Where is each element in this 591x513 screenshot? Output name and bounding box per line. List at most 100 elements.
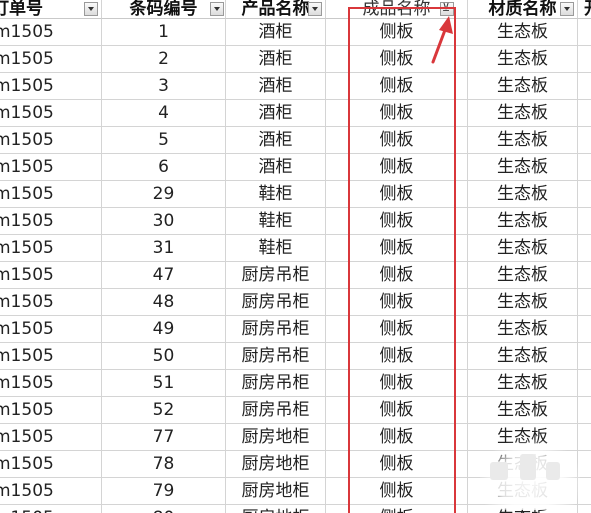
- cell-material-name[interactable]: 生态板: [468, 289, 578, 316]
- cell-barcode[interactable]: 2: [102, 46, 226, 73]
- cell-material-name[interactable]: 生态板: [468, 397, 578, 424]
- cell-material-name[interactable]: 生态板: [468, 100, 578, 127]
- cell-product-name[interactable]: 酒柜: [226, 127, 326, 154]
- cell-product-name[interactable]: 厨房吊柜: [226, 397, 326, 424]
- header-next-col[interactable]: 开: [578, 0, 591, 19]
- cell-order-no[interactable]: m1505: [0, 154, 102, 181]
- cell-finished-name[interactable]: 侧板: [326, 451, 468, 478]
- cell-order-no[interactable]: m1505: [0, 370, 102, 397]
- cell-order-no[interactable]: m1505: [0, 19, 102, 46]
- cell-material-name[interactable]: 生态板: [468, 262, 578, 289]
- cell-next-col[interactable]: [578, 154, 591, 181]
- cell-order-no[interactable]: m1505: [0, 478, 102, 505]
- cell-finished-name[interactable]: 侧板: [326, 46, 468, 73]
- cell-material-name[interactable]: 生态板: [468, 127, 578, 154]
- cell-finished-name[interactable]: 侧板: [326, 370, 468, 397]
- cell-barcode[interactable]: 6: [102, 154, 226, 181]
- cell-barcode[interactable]: 50: [102, 343, 226, 370]
- cell-material-name[interactable]: 生态板: [468, 478, 578, 505]
- cell-finished-name[interactable]: 侧板: [326, 397, 468, 424]
- cell-product-name[interactable]: 鞋柜: [226, 235, 326, 262]
- cell-product-name[interactable]: 厨房吊柜: [226, 289, 326, 316]
- cell-product-name[interactable]: 厨房吊柜: [226, 262, 326, 289]
- cell-barcode[interactable]: 79: [102, 478, 226, 505]
- cell-barcode[interactable]: 77: [102, 424, 226, 451]
- cell-order-no[interactable]: m1505: [0, 316, 102, 343]
- cell-material-name[interactable]: 生态板: [468, 154, 578, 181]
- cell-material-name[interactable]: 生态板: [468, 343, 578, 370]
- cell-barcode[interactable]: 4: [102, 100, 226, 127]
- cell-product-name[interactable]: 厨房吊柜: [226, 316, 326, 343]
- cell-finished-name[interactable]: 侧板: [326, 478, 468, 505]
- cell-barcode[interactable]: 49: [102, 316, 226, 343]
- cell-order-no[interactable]: m1505: [0, 505, 102, 513]
- cell-finished-name[interactable]: 侧板: [326, 154, 468, 181]
- cell-material-name[interactable]: 生态板: [468, 505, 578, 513]
- cell-next-col[interactable]: [578, 46, 591, 73]
- cell-next-col[interactable]: [578, 19, 591, 46]
- cell-material-name[interactable]: 生态板: [468, 181, 578, 208]
- cell-product-name[interactable]: 酒柜: [226, 73, 326, 100]
- cell-next-col[interactable]: [578, 478, 591, 505]
- cell-next-col[interactable]: [578, 289, 591, 316]
- cell-order-no[interactable]: m1505: [0, 46, 102, 73]
- header-barcode[interactable]: 条码编号: [102, 0, 226, 19]
- cell-next-col[interactable]: [578, 127, 591, 154]
- cell-barcode[interactable]: 30: [102, 208, 226, 235]
- cell-barcode[interactable]: 1: [102, 19, 226, 46]
- cell-product-name[interactable]: 酒柜: [226, 46, 326, 73]
- cell-product-name[interactable]: 酒柜: [226, 154, 326, 181]
- cell-finished-name[interactable]: 侧板: [326, 100, 468, 127]
- cell-order-no[interactable]: m1505: [0, 424, 102, 451]
- cell-finished-name[interactable]: 侧板: [326, 235, 468, 262]
- cell-product-name[interactable]: 厨房地柜: [226, 451, 326, 478]
- cell-material-name[interactable]: 生态板: [468, 424, 578, 451]
- cell-product-name[interactable]: 厨房吊柜: [226, 343, 326, 370]
- cell-barcode[interactable]: 51: [102, 370, 226, 397]
- cell-order-no[interactable]: m1505: [0, 208, 102, 235]
- cell-next-col[interactable]: [578, 181, 591, 208]
- cell-next-col[interactable]: [578, 262, 591, 289]
- cell-finished-name[interactable]: 侧板: [326, 181, 468, 208]
- cell-next-col[interactable]: [578, 208, 591, 235]
- cell-material-name[interactable]: 生态板: [468, 19, 578, 46]
- cell-finished-name[interactable]: 侧板: [326, 289, 468, 316]
- cell-next-col[interactable]: [578, 73, 591, 100]
- cell-material-name[interactable]: 生态板: [468, 451, 578, 478]
- cell-barcode[interactable]: 80: [102, 505, 226, 513]
- cell-next-col[interactable]: [578, 100, 591, 127]
- cell-barcode[interactable]: 3: [102, 73, 226, 100]
- cell-product-name[interactable]: 厨房地柜: [226, 424, 326, 451]
- filter-dropdown-icon[interactable]: [560, 2, 574, 16]
- cell-order-no[interactable]: m1505: [0, 100, 102, 127]
- cell-product-name[interactable]: 厨房吊柜: [226, 370, 326, 397]
- cell-next-col[interactable]: [578, 397, 591, 424]
- cell-order-no[interactable]: m1505: [0, 262, 102, 289]
- filter-dropdown-icon[interactable]: [84, 2, 98, 16]
- cell-product-name[interactable]: 酒柜: [226, 100, 326, 127]
- cell-order-no[interactable]: m1505: [0, 235, 102, 262]
- filter-active-icon[interactable]: ⊻: [440, 1, 454, 16]
- cell-material-name[interactable]: 生态板: [468, 46, 578, 73]
- cell-order-no[interactable]: m1505: [0, 73, 102, 100]
- cell-next-col[interactable]: [578, 505, 591, 513]
- cell-finished-name[interactable]: 侧板: [326, 262, 468, 289]
- cell-product-name[interactable]: 鞋柜: [226, 181, 326, 208]
- cell-finished-name[interactable]: 侧板: [326, 73, 468, 100]
- cell-next-col[interactable]: [578, 424, 591, 451]
- cell-order-no[interactable]: m1505: [0, 451, 102, 478]
- cell-product-name[interactable]: 厨房地柜: [226, 505, 326, 513]
- cell-product-name[interactable]: 酒柜: [226, 19, 326, 46]
- cell-order-no[interactable]: m1505: [0, 343, 102, 370]
- filter-dropdown-icon[interactable]: [308, 2, 322, 16]
- cell-finished-name[interactable]: 侧板: [326, 19, 468, 46]
- cell-order-no[interactable]: m1505: [0, 289, 102, 316]
- cell-order-no[interactable]: m1505: [0, 397, 102, 424]
- cell-next-col[interactable]: [578, 370, 591, 397]
- cell-product-name[interactable]: 厨房地柜: [226, 478, 326, 505]
- cell-next-col[interactable]: [578, 235, 591, 262]
- cell-material-name[interactable]: 生态板: [468, 316, 578, 343]
- cell-next-col[interactable]: [578, 316, 591, 343]
- cell-barcode[interactable]: 29: [102, 181, 226, 208]
- cell-finished-name[interactable]: 侧板: [326, 343, 468, 370]
